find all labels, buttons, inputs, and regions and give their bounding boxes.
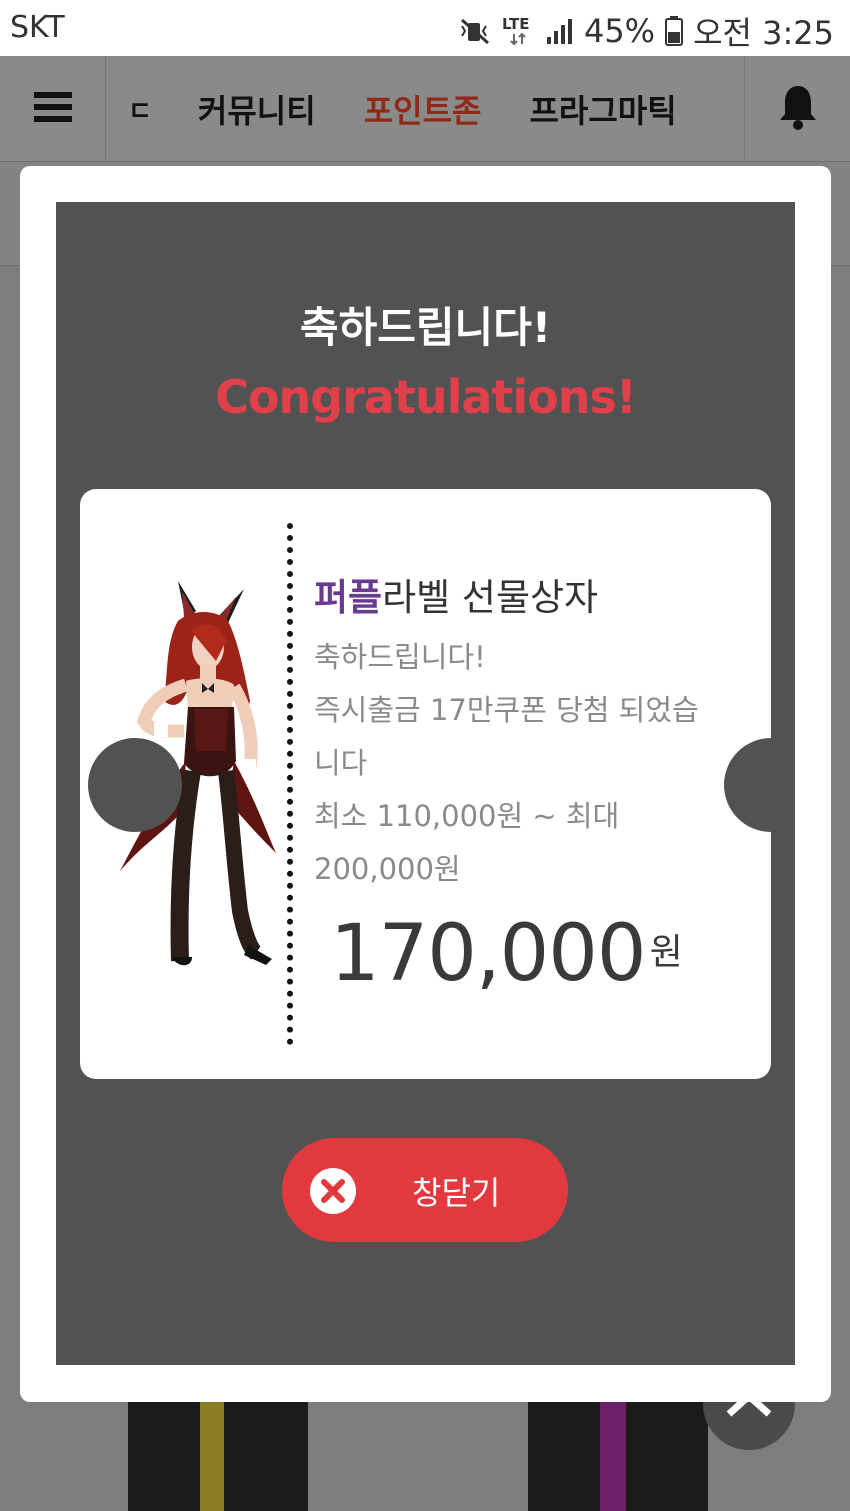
close-modal-button[interactable]: 창닫기 xyxy=(282,1138,568,1242)
carrier-label: SKT xyxy=(10,10,65,45)
ticket-perforation xyxy=(287,523,295,1045)
congrats-title-en: Congratulations! xyxy=(215,370,637,424)
mute-vibrate-icon xyxy=(458,17,492,45)
background-product-image xyxy=(528,1400,708,1511)
description-line: 축하드립니다! xyxy=(314,640,486,674)
gift-box-label-rest: 라벨 선물상자 xyxy=(382,576,599,619)
ticket-notch-left xyxy=(88,738,182,832)
description-line: 200,000원 xyxy=(314,852,461,886)
reward-description: 축하드립니다! 즉시출금 17만쿠폰 당첨 되었습 니다 최소 110,000원… xyxy=(314,631,734,896)
reward-amount: 170,000 원 xyxy=(330,909,683,999)
close-modal-label: 창닫기 xyxy=(412,1174,501,1212)
tab-partial[interactable]: ㄷ xyxy=(106,91,174,128)
reward-panel: 축하드립니다! Congratulations! 퍼플라벨 선물상자 축하드립니… xyxy=(56,202,795,1365)
congrats-title-ko: 축하드립니다! xyxy=(300,303,551,352)
hamburger-icon xyxy=(33,90,72,128)
tab-point-zone[interactable]: 포인트존 xyxy=(340,86,506,132)
reward-amount-value: 170,000 xyxy=(330,909,647,999)
lte-label: LTE xyxy=(501,15,530,33)
description-line: 니다 xyxy=(314,746,368,780)
reward-amount-unit: 원 xyxy=(649,932,683,973)
reward-ticket: 퍼플라벨 선물상자 축하드립니다! 즉시출금 17만쿠폰 당첨 되었습 니다 최… xyxy=(80,489,771,1079)
reward-modal: 축하드립니다! Congratulations! 퍼플라벨 선물상자 축하드립니… xyxy=(20,166,831,1402)
tab-community[interactable]: 커뮤니티 xyxy=(174,86,340,132)
status-icons: LTE 45% 오전 3:25 xyxy=(458,8,834,54)
gift-box-label-highlight: 퍼플 xyxy=(314,576,383,619)
top-nav: ㄷ 커뮤니티 포인트존 프라그마틱 xyxy=(106,56,744,162)
description-line: 최소 110,000원 ~ 최대 xyxy=(314,799,620,833)
battery-percent: 45% xyxy=(583,12,656,50)
menu-button[interactable] xyxy=(0,56,106,162)
bell-icon xyxy=(777,84,819,134)
notification-button[interactable] xyxy=(744,56,850,162)
lte-icon: LTE xyxy=(502,15,536,47)
battery-icon xyxy=(665,16,684,46)
description-line: 즉시출금 17만쿠폰 당첨 되었습 xyxy=(314,693,699,727)
tab-pragmatic[interactable]: 프라그마틱 xyxy=(505,86,700,132)
app-header: ㄷ 커뮤니티 포인트존 프라그마틱 xyxy=(0,56,850,162)
signal-icon xyxy=(546,17,574,45)
status-bar: SKT LTE 45% 오전 3:25 xyxy=(0,0,850,56)
background-product-image xyxy=(128,1400,308,1511)
gift-box-title: 퍼플라벨 선물상자 xyxy=(314,567,598,621)
close-x-icon xyxy=(310,1168,356,1214)
clock: 오전 3:25 xyxy=(693,14,834,52)
